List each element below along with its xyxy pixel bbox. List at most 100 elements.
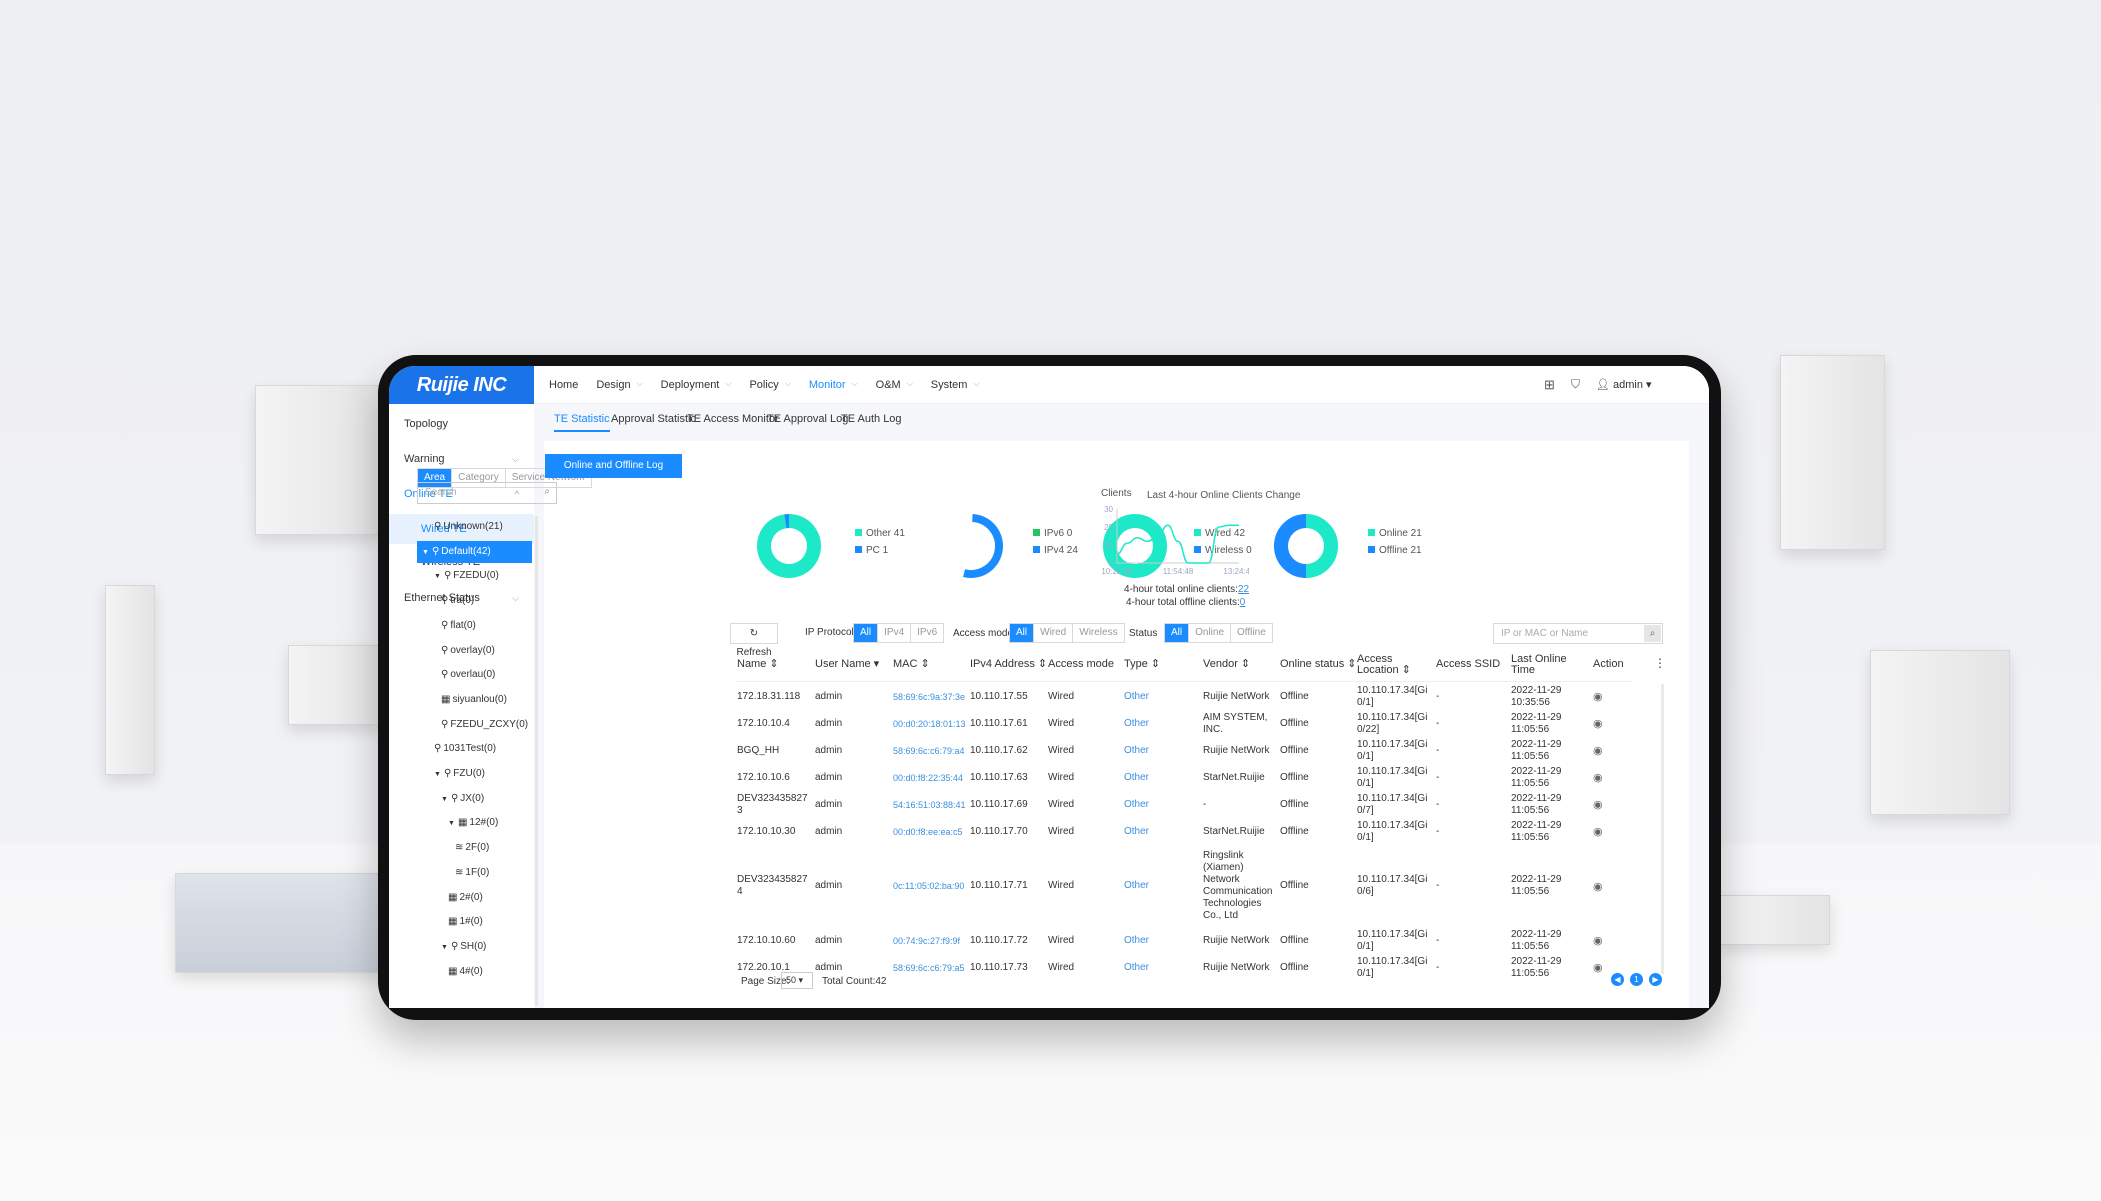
tree-item[interactable]: ⚲ overlau(0) <box>441 664 495 686</box>
cell[interactable]: Other <box>1124 691 1203 703</box>
view-detail-icon[interactable]: ◉ <box>1593 825 1633 838</box>
ip-protocol-filter: All IPv4 IPv6 <box>853 623 945 643</box>
ip-filter-ipv6[interactable]: IPv6 <box>911 624 943 642</box>
cell[interactable]: 00:74:9c:27:f9:9f <box>893 935 970 947</box>
cell[interactable]: 58:69:6c:c6:79:a5 <box>893 962 970 974</box>
tree-item[interactable]: ▼ ⚲ SH(0) <box>441 936 486 958</box>
caret-down-icon[interactable]: ▼ <box>441 796 448 803</box>
column-header[interactable]: Last Online Time <box>1511 653 1593 676</box>
view-detail-icon[interactable]: ◉ <box>1593 690 1633 703</box>
column-header[interactable]: Access mode <box>1048 659 1124 670</box>
cell: 10.110.17.73 <box>970 961 1028 973</box>
tree-item[interactable]: ▦ 1#(0) <box>448 911 483 933</box>
ip-filter-ipv4[interactable]: IPv4 <box>878 624 912 642</box>
client-search-input[interactable]: IP or MAC or Name ⌕ <box>1493 623 1663 644</box>
tree-item[interactable]: ▦ 2#(0) <box>448 887 483 909</box>
status-filter-offline[interactable]: Offline <box>1231 624 1272 642</box>
column-header[interactable]: Type ⇕ <box>1124 659 1203 670</box>
next-page-button[interactable]: ▶ <box>1649 973 1662 986</box>
tree-item[interactable]: ▼ ⚲ JX(0) <box>441 788 484 810</box>
cell[interactable]: 00:d0:f8:22:35:44 <box>893 772 970 784</box>
online-total-link[interactable]: 22 <box>1238 584 1249 595</box>
cell: Ruijie NetWork <box>1203 961 1270 973</box>
tree-item[interactable]: ⚲ 1031Test(0) <box>434 738 496 760</box>
cell: Ruijie NetWork <box>1203 690 1270 702</box>
cell[interactable]: 00:d0:f8:ee:ea:c5 <box>893 826 970 838</box>
cell[interactable]: Other <box>1124 745 1203 757</box>
cell[interactable]: 54:16:51:03:88:41 <box>893 799 970 811</box>
offline-total-link[interactable]: 0 <box>1240 597 1246 608</box>
access-filter-wireless[interactable]: Wireless <box>1073 624 1123 642</box>
cell[interactable]: 0c:11:05:02:ba:90 <box>893 880 970 892</box>
cell[interactable]: 58:69:6c:9a:37:3e <box>893 691 970 703</box>
cell: admin <box>815 880 843 891</box>
view-detail-icon[interactable]: ◉ <box>1593 717 1633 730</box>
cell[interactable]: Other <box>1124 772 1203 784</box>
column-header[interactable]: User Name ▾ <box>815 659 893 670</box>
cell[interactable]: 58:69:6c:c6:79:a4 <box>893 745 970 757</box>
cell: - <box>1436 771 1440 783</box>
view-detail-icon[interactable]: ◉ <box>1593 798 1633 811</box>
column-header[interactable]: Access Location ⇕ <box>1357 653 1436 676</box>
access-filter-all[interactable]: All <box>1010 624 1035 642</box>
axis <box>1116 509 1239 564</box>
donut-charts <box>757 514 1338 578</box>
cell: Wired <box>1048 934 1075 946</box>
access-filter-wired[interactable]: Wired <box>1034 624 1074 642</box>
tree-item[interactable]: ▦ 4#(0) <box>448 961 483 983</box>
cell: Offline <box>1280 798 1309 810</box>
status-filter-online[interactable]: Online <box>1189 624 1232 642</box>
cell: AIM SYSTEM, INC. <box>1203 711 1268 735</box>
view-detail-icon[interactable]: ◉ <box>1593 744 1633 757</box>
refresh-button[interactable]: ↻ Refresh <box>730 623 778 658</box>
cell[interactable]: Other <box>1124 799 1203 811</box>
view-detail-icon[interactable]: ◉ <box>1593 961 1633 974</box>
caret-down-icon[interactable]: ▼ <box>434 771 441 778</box>
view-detail-icon[interactable]: ◉ <box>1593 880 1633 893</box>
column-header[interactable]: Vendor ⇕ <box>1203 659 1280 670</box>
tree-item[interactable]: ⚲ FZEDU_ZCXY(0) <box>441 714 528 736</box>
column-header[interactable]: Online status ⇕ <box>1280 659 1357 670</box>
y-tick-label: 30 <box>1104 505 1113 514</box>
tree-item[interactable]: ≋ 2F(0) <box>455 837 489 859</box>
cell: admin <box>815 798 843 810</box>
cell[interactable]: Other <box>1124 880 1203 892</box>
cell: Ringslink (Xiamen) Network Communication… <box>1203 850 1273 921</box>
cell[interactable]: 00:d0:20:18:01:13 <box>893 718 970 730</box>
legend-swatch <box>855 546 862 553</box>
cell[interactable]: Other <box>1124 962 1203 974</box>
search-icon[interactable]: ⌕ <box>1644 625 1661 642</box>
online-total: 4-hour total online clients:22 <box>1124 584 1250 595</box>
tree-item[interactable]: ▦ siyuanlou(0) <box>441 689 507 711</box>
location-icon: ⚲ <box>450 792 459 804</box>
location-icon: ⚲ <box>434 743 442 755</box>
tree-item[interactable]: ▼ ⚲ FZU(0) <box>434 763 485 785</box>
view-detail-icon[interactable]: ◉ <box>1593 934 1633 947</box>
more-columns-icon[interactable]: ⋮ <box>1654 656 1666 670</box>
table-row: DEV3234358273 admin 54:16:51:03:88:41 10.11… <box>737 791 1633 818</box>
tree-item[interactable]: ⚲ overlay(0) <box>441 640 495 662</box>
column-header[interactable]: Access SSID <box>1436 659 1511 670</box>
x-tick-label: 11:54:48 <box>1163 567 1194 576</box>
view-detail-icon[interactable]: ◉ <box>1593 771 1633 784</box>
table-row: DEV3234358274 admin 0c:11:05:02:ba:90 10.11… <box>737 845 1633 927</box>
cell[interactable]: Other <box>1124 718 1203 730</box>
column-header[interactable]: MAC ⇕ <box>893 659 970 670</box>
table-scrollbar[interactable] <box>1661 684 1664 974</box>
column-header[interactable]: Action <box>1593 659 1633 670</box>
tree-item[interactable]: ▼ ▦ 12#(0) <box>448 812 498 834</box>
chart-title: Last 4-hour Online Clients Change <box>1147 490 1301 501</box>
caret-down-icon[interactable]: ▼ <box>448 820 455 827</box>
tree-item[interactable]: ≋ 1F(0) <box>455 862 489 884</box>
column-header[interactable]: Name ⇕ <box>737 659 815 670</box>
cell[interactable]: Other <box>1124 935 1203 947</box>
cell: 2022-11-29 11:05:56 <box>1511 738 1562 762</box>
status-filter-all[interactable]: All <box>1165 624 1190 642</box>
column-header[interactable]: IPv4 Address ⇕ <box>970 659 1048 670</box>
cell: Wired <box>1048 880 1075 891</box>
ip-filter-all[interactable]: All <box>854 624 879 642</box>
legend-item: IPv4 24 <box>1033 543 1078 559</box>
cell[interactable]: Other <box>1124 826 1203 838</box>
caret-down-icon[interactable]: ▼ <box>441 944 448 951</box>
ip-protocol-label: IP Protocol <box>805 627 854 638</box>
